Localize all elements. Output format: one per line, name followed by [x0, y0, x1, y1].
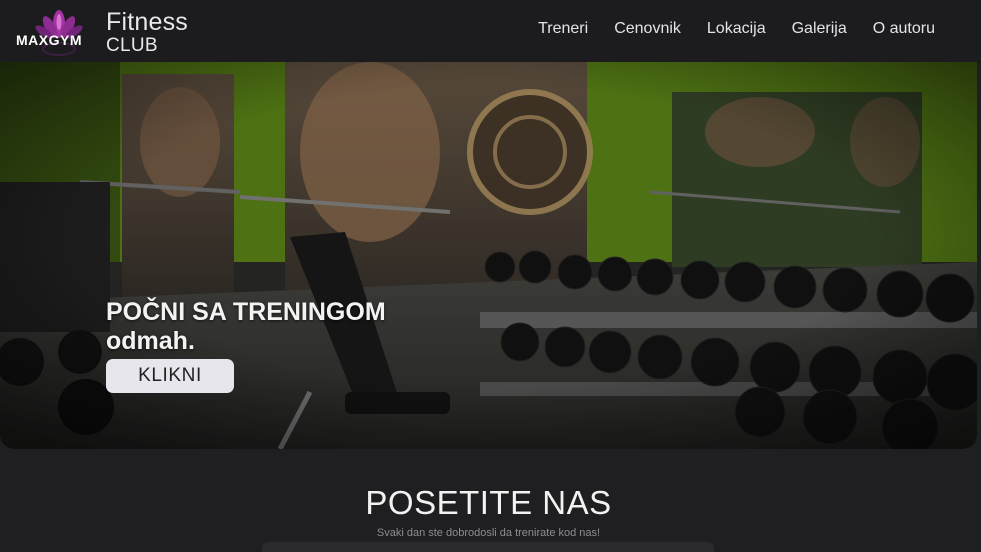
main-nav: Treneri Cenovnik Lokacija Galerija O aut…: [538, 20, 935, 38]
section-content-card: [262, 542, 714, 552]
hero-banner: POČNI SA TRENINGOM odmah. KLIKNI: [0, 62, 977, 449]
hero-headline-line2: odmah.: [106, 327, 195, 355]
hero-headline-line1: POČNI SA TRENINGOM: [106, 298, 386, 326]
logo-text: MAXGYM: [16, 32, 82, 48]
nav-link-cenovnik[interactable]: Cenovnik: [614, 20, 681, 38]
brand-line-fitness: Fitness: [106, 8, 188, 36]
section-title: POSETITE NAS: [365, 484, 612, 521]
nav-link-galerija[interactable]: Galerija: [792, 20, 847, 38]
brand-line-club: CLUB: [106, 35, 158, 56]
lotus-logo-icon: [35, 10, 83, 56]
hero-headline: POČNI SA TRENINGOM odmah.: [106, 298, 386, 356]
page: MAXGYM Fitness CLUB Treneri Cenovnik Lok…: [0, 0, 981, 552]
navbar: MAXGYM Fitness CLUB Treneri Cenovnik Lok…: [0, 0, 981, 63]
brand-name: Fitness CLUB: [106, 8, 188, 56]
maxgym-logo[interactable]: MAXGYM: [14, 2, 104, 58]
nav-link-lokacija[interactable]: Lokacija: [707, 20, 766, 38]
nav-link-o-autoru[interactable]: O autoru: [873, 20, 935, 38]
section-subtitle: Svaki dan ste dobrodosli da trenirate ko…: [376, 527, 601, 539]
klikni-button[interactable]: KLIKNI: [106, 359, 234, 393]
nav-link-treneri[interactable]: Treneri: [538, 20, 588, 38]
